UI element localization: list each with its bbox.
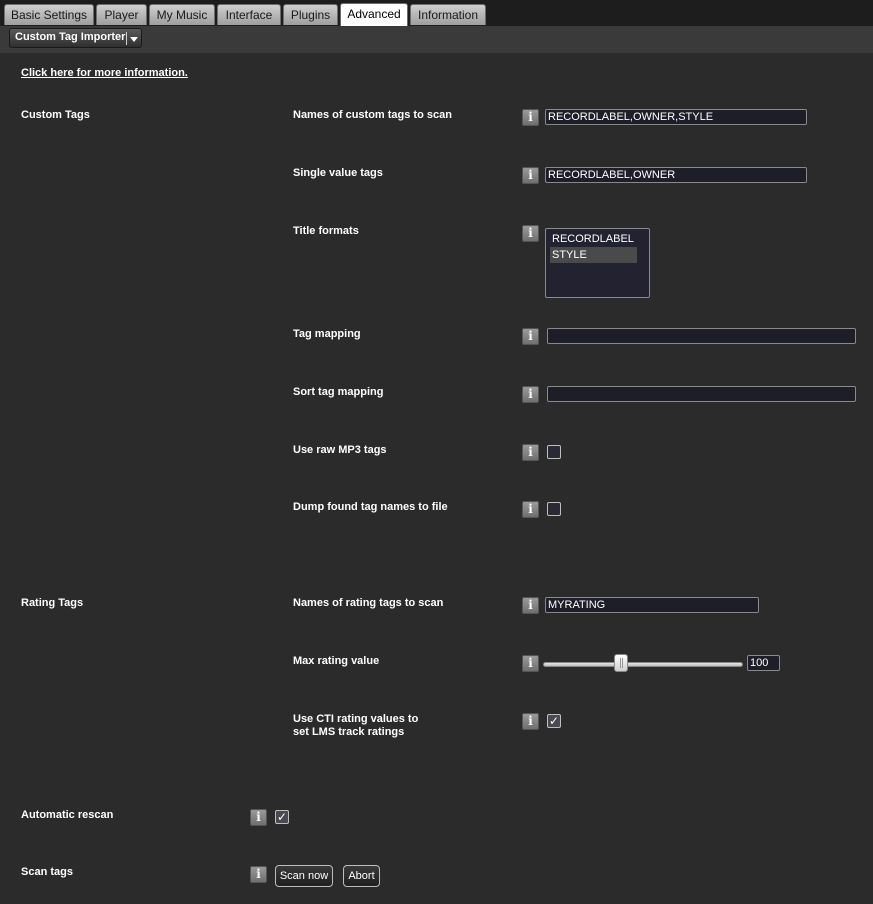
label-custom-tag-names: Names of custom tags to scan <box>293 109 452 121</box>
section-label-custom-tags: Custom Tags <box>21 109 90 121</box>
info-icon[interactable]: i <box>522 167 539 184</box>
label-automatic-rescan: Automatic rescan <box>21 809 114 821</box>
rating-tag-names-input[interactable]: MYRATING <box>545 597 759 613</box>
custom-tag-names-input[interactable]: RECORDLABEL,OWNER,STYLE <box>545 109 807 125</box>
info-icon[interactable]: i <box>522 597 539 614</box>
tab-plugins[interactable]: Plugins <box>283 4 338 25</box>
checkmark-icon: ✓ <box>548 714 560 728</box>
max-rating-value-input[interactable]: 100 <box>747 655 780 671</box>
label-use-cti-ratings-line1: Use CTI rating values to <box>293 713 419 725</box>
tab-bar: Basic Settings Player My Music Interface… <box>0 0 873 26</box>
label-use-raw-mp3-tags: Use raw MP3 tags <box>293 444 387 456</box>
info-icon[interactable]: i <box>522 655 539 672</box>
info-icon[interactable]: i <box>522 501 539 518</box>
settings-panel: Click here for more information. Custom … <box>0 53 873 904</box>
title-formats-listbox[interactable]: RECORDLABEL STYLE <box>545 228 650 298</box>
info-icon[interactable]: i <box>250 866 267 883</box>
tab-information[interactable]: Information <box>410 4 486 25</box>
label-sort-tag-mapping: Sort tag mapping <box>293 386 384 398</box>
plugin-selector-bar: Custom Tag Importer <box>0 26 873 53</box>
label-dump-tag-names: Dump found tag names to file <box>293 501 448 513</box>
info-icon[interactable]: i <box>522 444 539 461</box>
label-use-cti-ratings: Use CTI rating values to set LMS track r… <box>293 713 418 739</box>
info-icon[interactable]: i <box>522 225 539 242</box>
label-tag-mapping: Tag mapping <box>293 328 361 340</box>
dump-tag-names-checkbox[interactable] <box>547 502 561 516</box>
plugin-select-dropdown[interactable]: Custom Tag Importer <box>9 28 142 48</box>
label-use-cti-ratings-line2: set LMS track ratings <box>293 726 405 738</box>
scan-now-button[interactable]: Scan now <box>275 865 333 887</box>
plugin-select-value: Custom Tag Importer <box>15 31 126 43</box>
info-icon[interactable]: i <box>250 809 267 826</box>
label-max-rating-value: Max rating value <box>293 655 380 667</box>
tag-mapping-input[interactable] <box>547 328 856 344</box>
single-value-tags-input[interactable]: RECORDLABEL,OWNER <box>545 167 807 183</box>
use-cti-ratings-checkbox[interactable]: ✓ <box>547 714 561 728</box>
label-rating-tag-names: Names of rating tags to scan <box>293 597 444 609</box>
info-icon[interactable]: i <box>522 386 539 403</box>
abort-button[interactable]: Abort <box>343 865 380 887</box>
checkmark-icon: ✓ <box>276 810 288 824</box>
info-icon[interactable]: i <box>522 109 539 126</box>
info-icon[interactable]: i <box>522 328 539 345</box>
dropdown-separator <box>126 32 127 45</box>
section-label-rating-tags: Rating Tags <box>21 597 84 609</box>
chevron-down-icon <box>130 37 138 42</box>
tab-basic-settings[interactable]: Basic Settings <box>4 4 94 25</box>
title-format-option-recordlabel[interactable]: RECORDLABEL <box>550 231 637 247</box>
info-icon[interactable]: i <box>522 713 539 730</box>
label-title-formats: Title formats <box>293 225 359 237</box>
label-single-value-tags: Single value tags <box>293 167 383 179</box>
use-raw-mp3-tags-checkbox[interactable] <box>547 445 561 459</box>
max-rating-slider-track[interactable] <box>543 662 743 667</box>
tab-advanced[interactable]: Advanced <box>340 3 408 26</box>
tab-player[interactable]: Player <box>96 4 147 25</box>
title-format-option-style[interactable]: STYLE <box>550 247 637 263</box>
tab-my-music[interactable]: My Music <box>149 4 215 25</box>
tab-interface[interactable]: Interface <box>217 4 281 25</box>
automatic-rescan-checkbox[interactable]: ✓ <box>275 810 289 824</box>
max-rating-slider-handle[interactable] <box>614 654 628 672</box>
label-scan-tags: Scan tags <box>21 866 73 878</box>
more-information-link[interactable]: Click here for more information. <box>21 67 188 79</box>
sort-tag-mapping-input[interactable] <box>547 386 856 402</box>
